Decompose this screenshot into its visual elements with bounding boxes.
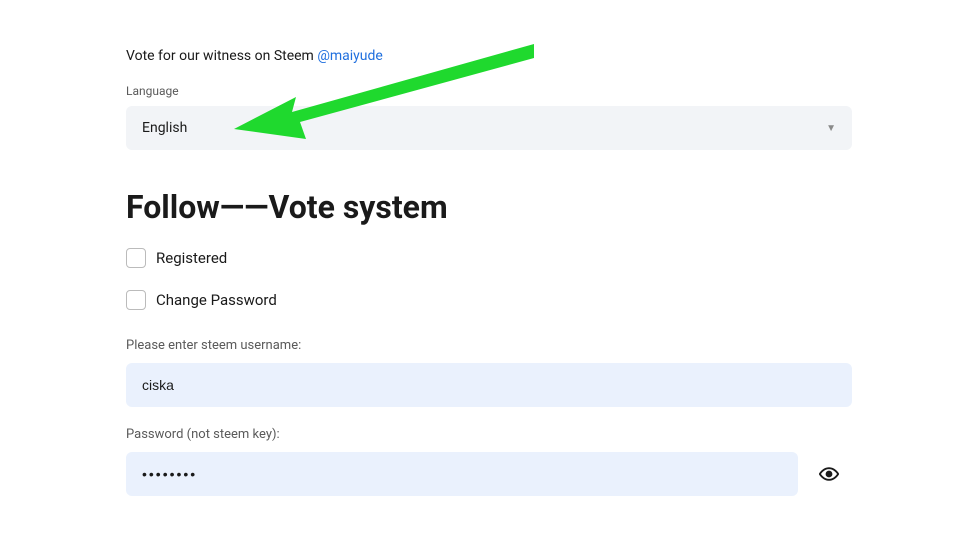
chevron-down-icon: ▼ [826, 123, 836, 134]
password-input[interactable] [126, 452, 798, 496]
witness-link[interactable]: @maiyude [317, 48, 383, 64]
change-password-checkbox[interactable] [126, 290, 146, 310]
registered-checkbox[interactable] [126, 248, 146, 268]
change-password-label: Change Password [156, 291, 277, 309]
username-input[interactable] [126, 363, 852, 407]
witness-text: Vote for our witness on Steem @maiyude [126, 48, 852, 64]
language-label: Language [126, 84, 852, 98]
language-select[interactable]: English ▼ [126, 106, 852, 150]
witness-prefix: Vote for our witness on Steem [126, 48, 317, 64]
page-title: Follow——Vote system [126, 188, 852, 226]
registered-label: Registered [156, 249, 227, 267]
password-label: Password (not steem key): [126, 427, 852, 442]
language-selected-value: English [142, 120, 187, 136]
username-label: Please enter steem username: [126, 338, 852, 353]
toggle-password-visibility-button[interactable] [806, 452, 852, 496]
eye-icon [819, 464, 839, 484]
